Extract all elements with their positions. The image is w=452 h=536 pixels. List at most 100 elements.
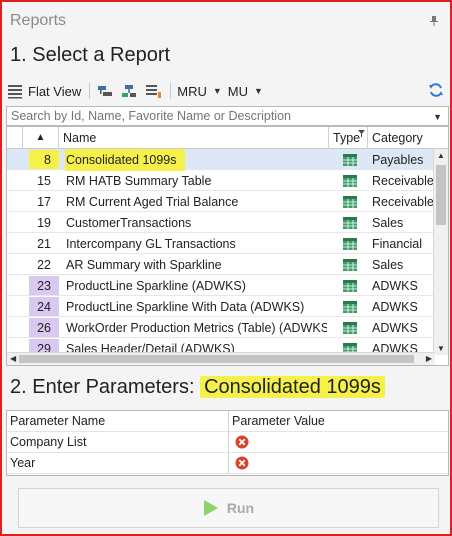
report-id: 26 [37, 321, 51, 335]
detail-view-button[interactable] [144, 83, 162, 99]
type-column-label: Type [333, 131, 361, 145]
report-grid: ▲ Name Type Category 8 Consolidated 1099s… [6, 126, 449, 366]
scroll-up-icon[interactable]: ▲ [437, 151, 445, 160]
pin-icon[interactable] [430, 16, 438, 26]
report-type [336, 170, 366, 192]
list-icon [8, 85, 22, 99]
report-category: Sales [372, 216, 404, 230]
parameters-title-prefix: 2. Enter Parameters: [10, 376, 195, 398]
parameters-grid: Parameter Name Parameter Value Company L… [6, 410, 449, 476]
report-category: Receivables [372, 174, 436, 188]
flat-view-label: Flat View [28, 83, 82, 99]
report-category: Financial [372, 237, 423, 251]
name-column-header[interactable]: Name [59, 127, 329, 149]
chevron-down-icon[interactable]: ▼ [433, 112, 442, 122]
row-selector-header [7, 127, 23, 149]
run-button[interactable]: Run [18, 488, 439, 528]
report-category: Sales [372, 258, 404, 272]
report-row[interactable]: 19 CustomerTransactions Sales [7, 212, 435, 233]
play-icon [203, 500, 218, 516]
category-view-button[interactable] [120, 83, 138, 99]
report-category: ADWKS [372, 300, 418, 314]
report-category: Payables [372, 153, 424, 167]
report-name: ProductLine Sparkline (ADWKS) [66, 279, 246, 293]
section-parameters-title: 2. Enter Parameters: Consolidated 1099s [10, 376, 385, 399]
table-icon [343, 196, 357, 208]
group-view-button[interactable] [96, 83, 114, 99]
table-icon [343, 217, 357, 229]
detail-list-icon [146, 85, 162, 98]
error-icon [235, 456, 249, 470]
report-search-input[interactable] [6, 106, 449, 126]
parameter-name: Year [7, 453, 229, 474]
table-icon [343, 280, 357, 292]
scrollbar-thumb[interactable] [436, 165, 446, 225]
report-id: 21 [37, 237, 51, 251]
parameter-value-cell[interactable] [229, 453, 450, 474]
table-icon [343, 301, 357, 313]
parameter-name-header: Parameter Name [7, 411, 229, 432]
type-column-header[interactable]: Type [329, 127, 368, 149]
report-type [336, 191, 366, 213]
group-tree-icon [98, 86, 113, 96]
report-row[interactable]: 8 Consolidated 1099s Payables [7, 149, 435, 171]
report-type [336, 149, 366, 171]
table-icon [343, 259, 357, 271]
report-id: 22 [37, 258, 51, 272]
category-tree-icon [122, 85, 137, 97]
report-row[interactable]: 21 Intercompany GL Transactions Financial [7, 233, 435, 254]
report-row[interactable]: 22 AR Summary with Sparkline Sales [7, 254, 435, 275]
run-label: Run [226, 500, 255, 516]
toolbar-separator [89, 83, 91, 99]
parameter-row[interactable]: Year [7, 453, 448, 474]
toolbar-separator [170, 83, 172, 99]
report-row[interactable]: 15 RM HATB Summary Table Receivables [7, 170, 436, 192]
report-row[interactable]: 26 WorkOrder Production Metrics (Table) (… [7, 317, 435, 338]
refresh-icon[interactable] [428, 82, 444, 98]
scroll-down-icon[interactable]: ▼ [437, 344, 445, 353]
report-name: Consolidated 1099s [65, 149, 185, 171]
report-toolbar: Flat View MRU ▼ MU ▼ [6, 80, 448, 102]
mu-dropdown[interactable]: MU ▼ [228, 84, 263, 99]
mu-label: MU [227, 83, 248, 99]
mru-label: MRU [177, 83, 207, 99]
report-name: Intercompany GL Transactions [66, 237, 236, 251]
report-type [336, 275, 366, 297]
parameter-name: Company List [7, 432, 229, 453]
id-column-header[interactable]: ▲ [23, 127, 59, 149]
report-category: ADWKS [372, 321, 418, 335]
filter-icon[interactable] [358, 130, 365, 137]
report-type [336, 317, 366, 339]
mru-dropdown[interactable]: MRU ▼ [177, 84, 222, 99]
scrollbar-thumb[interactable] [19, 355, 414, 363]
parameter-value-header: Parameter Value [232, 414, 325, 428]
parameter-value-cell[interactable] [229, 432, 450, 453]
report-row[interactable]: 17 RM Current Aged Trial Balance Receivabl… [7, 191, 436, 213]
table-icon [343, 322, 357, 334]
section-select-report-title: 1. Select a Report [10, 44, 171, 66]
table-icon [343, 238, 357, 250]
flat-view-button[interactable]: Flat View [6, 83, 81, 99]
table-icon [343, 175, 357, 187]
report-name: RM HATB Summary Table [66, 174, 212, 188]
report-row[interactable]: 24 ProductLine Sparkline With Data (ADWKS… [7, 296, 435, 317]
horizontal-scrollbar[interactable]: ◀ ▶ [7, 352, 435, 365]
report-type [336, 233, 366, 255]
report-name: WorkOrder Production Metrics (Table) (AD… [66, 321, 327, 335]
vertical-scrollbar[interactable]: ▲ ▼ [433, 149, 448, 355]
chevron-down-icon: ▼ [212, 86, 222, 96]
scroll-right-icon[interactable]: ▶ [426, 353, 432, 365]
report-id: 17 [37, 195, 51, 209]
report-row[interactable]: 23 ProductLine Sparkline (ADWKS) ADWKS [7, 275, 435, 296]
grid-header: ▲ Name Type Category [7, 127, 448, 149]
report-name: AR Summary with Sparkline [66, 258, 222, 272]
panel-title: Reports [10, 12, 67, 29]
parameter-row[interactable]: Company List [7, 432, 448, 453]
reports-panel: Reports 1. Select a Report Flat View MRU… [0, 0, 452, 536]
report-category: ADWKS [372, 279, 418, 293]
scroll-left-icon[interactable]: ◀ [10, 353, 16, 365]
chevron-down-icon: ▼ [253, 86, 263, 96]
report-id: 8 [44, 153, 51, 167]
table-icon [343, 154, 357, 166]
category-column-header[interactable]: Category [368, 127, 436, 149]
